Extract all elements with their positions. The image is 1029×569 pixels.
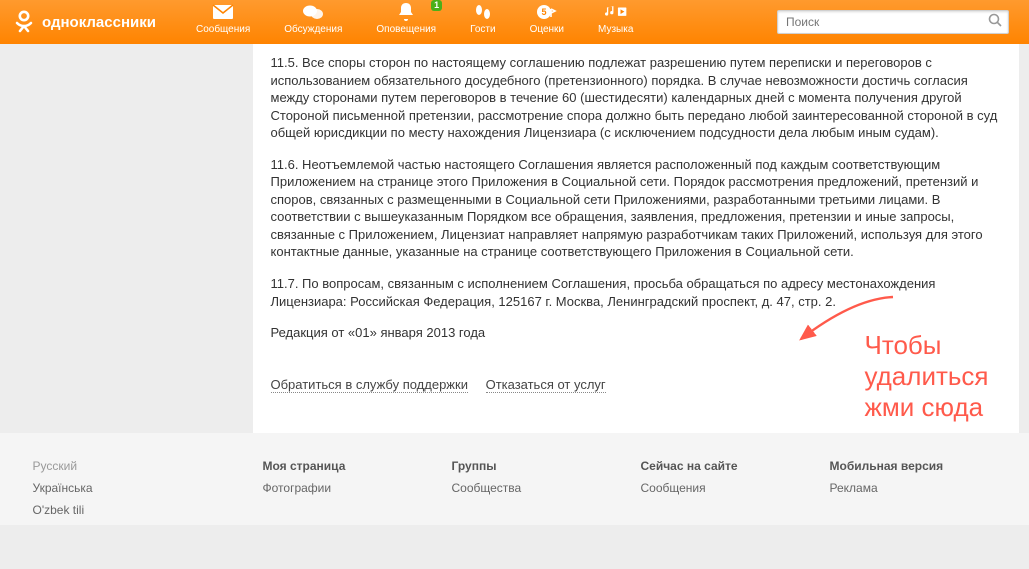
- language-option-ua[interactable]: Українська: [33, 481, 263, 495]
- nav-label: Оповещения: [376, 24, 436, 35]
- nav-label: Оценки: [530, 24, 564, 35]
- footprints-icon: [472, 2, 494, 22]
- agreement-content: 11.5. Все споры сторон по настоящему сог…: [253, 44, 1019, 433]
- annotation-line: жми сюда: [865, 392, 989, 423]
- search-container: [777, 10, 1009, 34]
- logo-icon: [14, 9, 34, 35]
- decline-services-link[interactable]: Отказаться от услуг: [486, 377, 606, 393]
- nav-label: Гости: [470, 24, 495, 35]
- notification-badge: 1: [431, 0, 442, 11]
- bubbles-icon: [302, 2, 324, 22]
- page-body: 11.5. Все споры сторон по настоящему сог…: [0, 44, 1029, 433]
- music-icon: [605, 2, 627, 22]
- contact-support-link[interactable]: Обратиться в службу поддержки: [271, 377, 468, 393]
- footer-link-communities[interactable]: Сообщества: [452, 481, 641, 495]
- search-input[interactable]: [784, 14, 988, 30]
- footer-col-mobile: Мобильная версия Реклама: [830, 459, 1019, 525]
- bell-icon: [395, 2, 417, 22]
- language-current: Русский: [33, 459, 263, 473]
- nav-music[interactable]: Музыка: [598, 2, 633, 35]
- footer-head[interactable]: Моя страница: [263, 459, 452, 473]
- agreement-clause-11-5: 11.5. Все споры сторон по настоящему сог…: [271, 54, 1001, 142]
- logo-text: одноклассники: [42, 14, 156, 31]
- nav-marks[interactable]: 5 Оценки: [530, 2, 564, 35]
- footer-col-my-page: Моя страница Фотографии: [263, 459, 452, 525]
- envelope-icon: [212, 2, 234, 22]
- site-logo[interactable]: одноклассники: [14, 9, 156, 35]
- agreement-clause-11-7: 11.7. По вопросам, связанным с исполнени…: [271, 275, 1001, 310]
- grade-icon: 5: [536, 2, 558, 22]
- nav-label: Музыка: [598, 24, 633, 35]
- nav-label: Обсуждения: [284, 24, 342, 35]
- annotation-callout: Чтобы удалиться жми сюда: [865, 330, 989, 424]
- nav-notifications[interactable]: 1 Оповещения: [376, 2, 436, 35]
- nav-guests[interactable]: Гости: [470, 2, 495, 35]
- language-option-uz[interactable]: O'zbek tili: [33, 503, 263, 517]
- footer-col-online: Сейчас на сайте Сообщения: [641, 459, 830, 525]
- main-nav: Сообщения Обсуждения 1 Оповещения Гости …: [196, 0, 633, 46]
- annotation-line: Чтобы: [865, 330, 989, 361]
- footer-head[interactable]: Сейчас на сайте: [641, 459, 830, 473]
- agreement-clause-11-6: 11.6. Неотъемлемой частью настоящего Сог…: [271, 156, 1001, 261]
- svg-text:5: 5: [541, 7, 546, 17]
- footer-languages: Русский Українська O'zbek tili: [11, 459, 263, 525]
- footer-link-photos[interactable]: Фотографии: [263, 481, 452, 495]
- search-icon[interactable]: [988, 13, 1002, 32]
- annotation-line: удалиться: [865, 361, 989, 392]
- footer-link-messages[interactable]: Сообщения: [641, 481, 830, 495]
- top-navigation-bar: одноклассники Сообщения Обсуждения 1 Опо…: [0, 0, 1029, 44]
- footer-head[interactable]: Мобильная версия: [830, 459, 1019, 473]
- footer-head[interactable]: Группы: [452, 459, 641, 473]
- search-box[interactable]: [777, 10, 1009, 34]
- site-footer: Русский Українська O'zbek tili Моя стран…: [0, 433, 1029, 525]
- footer-col-groups: Группы Сообщества: [452, 459, 641, 525]
- nav-discussions[interactable]: Обсуждения: [284, 2, 342, 35]
- footer-link-ads[interactable]: Реклама: [830, 481, 1019, 495]
- nav-messages[interactable]: Сообщения: [196, 2, 250, 35]
- nav-label: Сообщения: [196, 24, 250, 35]
